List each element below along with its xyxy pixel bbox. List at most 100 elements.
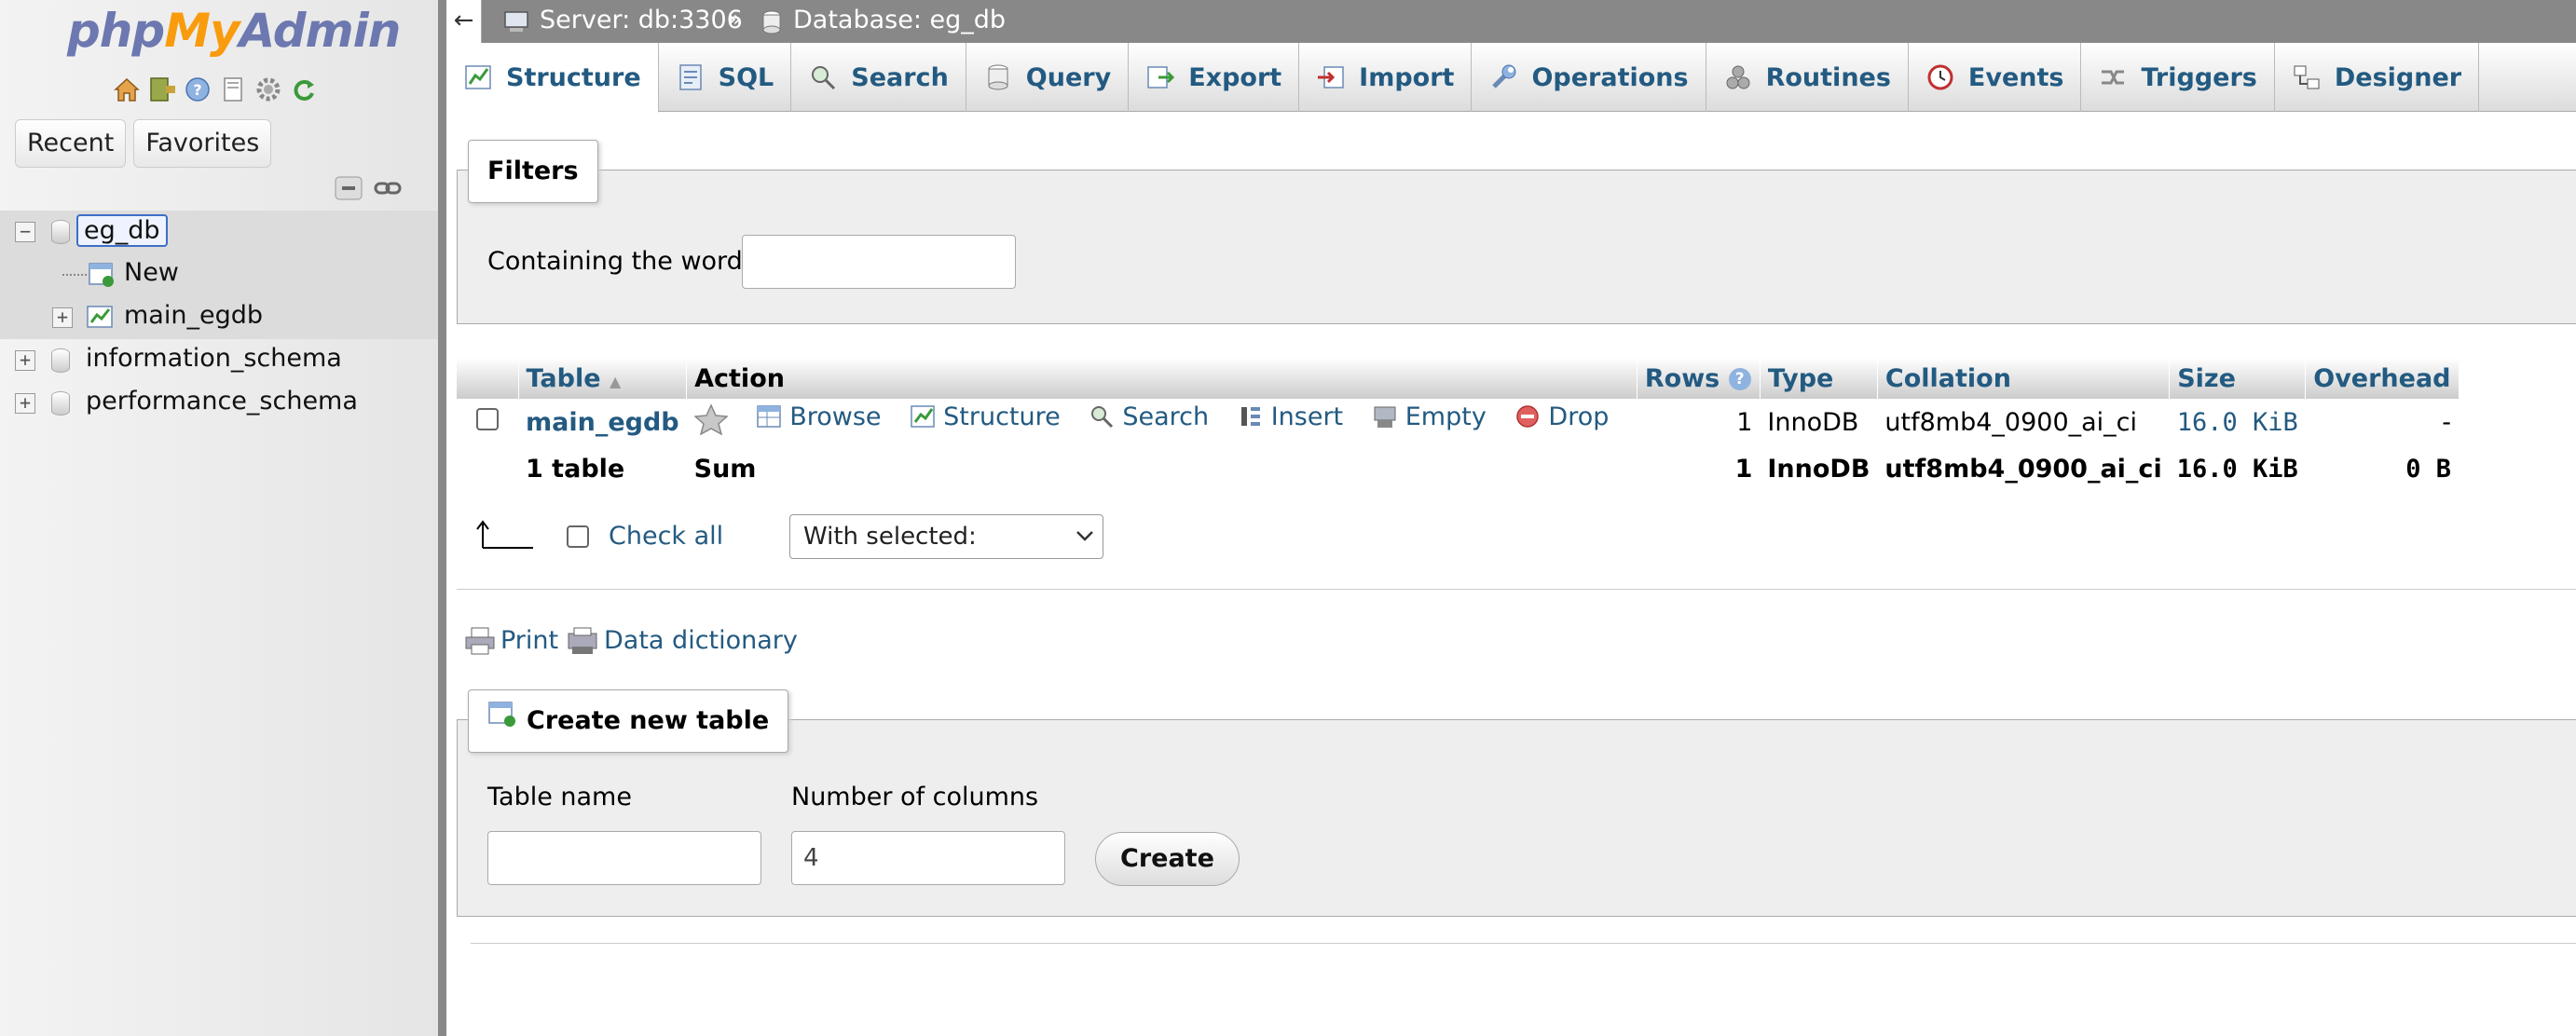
- collapse-nav-button[interactable]: ←: [446, 0, 482, 43]
- summary-type: InnoDB: [1767, 454, 1870, 484]
- reload-icon[interactable]: [289, 75, 319, 104]
- tree-item-information-schema[interactable]: + information_schema: [0, 339, 438, 382]
- expand-icon[interactable]: +: [15, 350, 35, 371]
- favorites-tab[interactable]: Favorites: [133, 119, 272, 168]
- header-size[interactable]: Size: [2169, 358, 2307, 399]
- tab-search[interactable]: Search: [791, 43, 966, 112]
- tab-events[interactable]: Events: [1909, 43, 2082, 112]
- collapse-icon[interactable]: −: [15, 222, 35, 242]
- exit-icon[interactable]: [147, 75, 177, 104]
- table-name-link[interactable]: main_egdb: [526, 408, 679, 437]
- tab-routines[interactable]: Routines: [1706, 43, 1909, 112]
- columns-input[interactable]: [791, 831, 1065, 885]
- tree-label-eg-db[interactable]: eg_db: [76, 214, 168, 247]
- check-all-label[interactable]: Check all: [609, 522, 723, 551]
- header-type[interactable]: Type: [1760, 358, 1878, 399]
- table-icon: [86, 304, 116, 338]
- drop-action[interactable]: Drop: [1514, 402, 1609, 431]
- breadcrumb-database[interactable]: Database: eg_db: [793, 6, 1006, 34]
- database-icon: [51, 391, 70, 416]
- tab-triggers[interactable]: Triggers: [2081, 43, 2275, 112]
- wrench-icon: [1488, 62, 1518, 92]
- tab-import[interactable]: Import: [1299, 43, 1473, 112]
- tab-label: SQL: [718, 62, 774, 92]
- new-table-icon: [487, 690, 517, 752]
- check-all-checkbox[interactable]: [567, 525, 589, 548]
- navigation-panel: phpMyAdmin ? Recent Favorites − eg_db Ne…: [0, 0, 445, 1036]
- header-collation[interactable]: Collation: [1877, 358, 2171, 399]
- breadcrumb-separator: »: [728, 6, 742, 32]
- with-selected-select[interactable]: With selected:: [789, 514, 1103, 559]
- recent-tab[interactable]: Recent: [15, 119, 127, 168]
- search-action[interactable]: Search: [1089, 402, 1209, 431]
- header-rows[interactable]: Rows ?: [1637, 358, 1761, 399]
- help-icon[interactable]: ?: [183, 75, 212, 104]
- insert-icon: [1238, 403, 1264, 429]
- sql-icon: [676, 62, 706, 92]
- sort-asc-icon[interactable]: ▲: [610, 373, 621, 390]
- tree-label-performance-schema[interactable]: performance_schema: [86, 387, 358, 416]
- summary-action: Sum: [693, 454, 757, 484]
- empty-action[interactable]: Empty: [1372, 402, 1487, 431]
- tree-label-new[interactable]: New: [124, 258, 179, 287]
- tree-item-new[interactable]: New: [0, 253, 438, 296]
- overhead-value: -: [2442, 407, 2452, 437]
- size-value[interactable]: 16.0 KiB: [2170, 399, 2306, 445]
- tree-item-performance-schema[interactable]: + performance_schema: [0, 382, 438, 425]
- table-row: main_egdb Browse Structure Search Insert…: [457, 399, 2459, 445]
- query-icon: [983, 62, 1013, 92]
- nav-resizer[interactable]: [438, 0, 446, 1036]
- favorite-star-icon[interactable]: [692, 403, 729, 442]
- collapse-all-icon[interactable]: [334, 175, 363, 201]
- data-dictionary-link[interactable]: Data dictionary: [604, 626, 798, 655]
- home-icon[interactable]: [112, 75, 142, 104]
- filter-label: Containing the word:: [487, 247, 751, 276]
- link-icon[interactable]: [373, 175, 403, 201]
- empty-icon: [1372, 403, 1398, 429]
- database-icon: [761, 9, 782, 42]
- header-action: Action: [686, 358, 1637, 399]
- print-icon[interactable]: [464, 626, 496, 662]
- tab-label: Export: [1188, 62, 1282, 92]
- tree-item-eg-db[interactable]: − eg_db: [0, 211, 438, 253]
- print-link[interactable]: Print: [500, 626, 558, 655]
- structure-action[interactable]: Structure: [910, 402, 1061, 431]
- tab-export[interactable]: Export: [1129, 43, 1300, 112]
- browse-icon: [756, 403, 782, 429]
- type-value: InnoDB: [1767, 407, 1859, 437]
- tab-label: Query: [1025, 62, 1112, 92]
- tab-designer[interactable]: Designer: [2275, 43, 2480, 112]
- tree-label-information-schema[interactable]: information_schema: [86, 344, 342, 373]
- expand-icon[interactable]: +: [52, 307, 73, 328]
- create-button[interactable]: Create: [1095, 832, 1240, 886]
- browse-action[interactable]: Browse: [756, 402, 882, 431]
- clock-icon: [1925, 62, 1955, 92]
- main-tabs: Structure SQL Search Query Export Import Opera…: [446, 43, 2576, 113]
- tab-label: Operations: [1531, 62, 1689, 92]
- tab-label: Events: [1967, 62, 2064, 92]
- phpmyadmin-logo[interactable]: phpMyAdmin: [67, 4, 401, 58]
- row-checkbox[interactable]: [476, 407, 499, 430]
- header-overhead[interactable]: Overhead: [2305, 358, 2460, 399]
- tree-label-main-egdb[interactable]: main_egdb: [124, 301, 263, 330]
- summary-overhead: 0 B: [2405, 454, 2452, 484]
- tab-operations[interactable]: Operations: [1472, 43, 1706, 112]
- table-name-input[interactable]: [487, 831, 761, 885]
- expand-icon[interactable]: +: [15, 393, 35, 414]
- filter-input[interactable]: [742, 235, 1016, 289]
- tab-sql[interactable]: SQL: [659, 43, 792, 112]
- docs-icon[interactable]: [218, 75, 248, 104]
- settings-icon[interactable]: [253, 75, 283, 104]
- structure-icon: [910, 403, 936, 429]
- export-icon: [1145, 62, 1175, 92]
- tab-query[interactable]: Query: [966, 43, 1130, 112]
- insert-action[interactable]: Insert: [1238, 402, 1343, 431]
- structure-icon: [463, 62, 493, 92]
- tree-item-main-egdb[interactable]: + main_egdb: [0, 296, 438, 339]
- breadcrumb-server[interactable]: Server: db:3306: [540, 6, 743, 34]
- svg-text:?: ?: [193, 81, 201, 99]
- tab-structure[interactable]: Structure: [446, 43, 659, 113]
- header-table[interactable]: Table ▲: [518, 358, 688, 399]
- help-icon[interactable]: ?: [1728, 368, 1751, 390]
- data-dictionary-icon[interactable]: [567, 626, 598, 662]
